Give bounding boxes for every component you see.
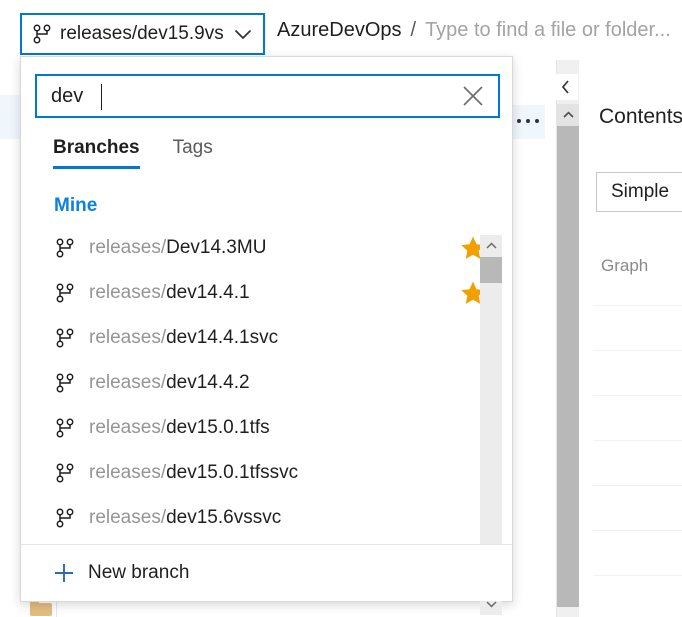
new-branch-label: New branch [88,562,190,583]
branch-list-item[interactable]: releases/dev14.4.2 [21,360,512,405]
branch-item-icon [54,463,76,483]
branch-item-prefix: releases/ [89,506,167,528]
git-branch-icon [56,418,74,437]
branch-item-prefix: releases/ [89,371,167,393]
branch-item-name: dev14.4.1svc [166,326,279,348]
branch-list-item[interactable]: releases/dev14.4.1svc [21,315,512,360]
branch-item-label: releases/dev15.0.1tfssvc [89,462,460,484]
branch-item-name: dev14.4.1 [166,281,250,303]
tab-branches[interactable]: Branches [53,137,140,169]
branch-list: Mine releases/Dev14.3MU releases/dev14.4.… [21,185,512,545]
branch-item-prefix: releases/ [89,461,167,483]
contents-divider [593,485,682,486]
branch-item-prefix: releases/ [89,281,167,303]
branch-item-label: releases/dev14.4.1 [89,282,460,304]
branch-item-label: releases/dev15.6vssvc [89,507,460,529]
plus-icon [55,564,73,582]
git-branch-icon [56,373,74,392]
top-bar: releases/dev15.9vs AzureDevOps / Type to… [0,0,682,60]
branch-item-name: dev15.0.1tfssvc [166,461,299,483]
branch-item-name: dev15.6vssvc [166,506,282,528]
branch-item-icon [54,373,76,393]
contents-divider [593,530,682,531]
breadcrumb: AzureDevOps / Type to find a file or fol… [277,0,671,60]
branch-item-label: releases/dev14.4.2 [89,372,460,394]
branch-list-item[interactable]: releases/dev14.4.1 [21,270,512,315]
graph-column-label: Graph [601,256,649,275]
branch-item-label: releases/dev15.0.1tfs [89,417,460,439]
branch-item-name: Dev14.3MU [166,236,267,258]
contents-divider [593,575,682,576]
chevron-up-icon [485,242,497,249]
collapse-pane-button[interactable] [552,74,578,100]
branch-list-item[interactable]: releases/dev15.0.1tfs [21,405,512,450]
branch-picker-tabs: Branches Tags [53,137,213,169]
ellipsis-icon[interactable] [517,119,539,123]
contents-divider [593,395,682,396]
branch-list-scrollbar-thumb[interactable] [480,257,502,283]
branch-item-label: releases/Dev14.3MU [89,237,460,259]
contents-divider [593,305,682,306]
file-search-placeholder[interactable]: Type to find a file or folder... [425,19,671,42]
branch-item-prefix: releases/ [89,326,167,348]
contents-pane-title: Contents [599,105,682,128]
branch-item-icon [54,283,76,303]
git-branch-icon [56,328,74,347]
new-branch-button[interactable]: New branch [21,544,512,601]
page-scrollbar[interactable] [556,60,579,617]
background-folder-row[interactable] [30,600,62,616]
branch-item-name: dev14.4.2 [166,371,250,393]
branch-list-item[interactable]: releases/Dev14.3MU [21,225,512,270]
branch-picker-popup: Branches Tags Mine releases/Dev14.3MUrel… [20,56,513,615]
chevron-down-icon [234,29,252,39]
branch-item-name: dev15.0.1tfs [166,416,270,438]
folder-icon [30,600,52,616]
git-branch-icon [56,238,74,257]
git-branch-icon [33,24,51,44]
tab-tags[interactable]: Tags [173,137,213,169]
chevron-down-icon [485,601,497,608]
clear-search-button[interactable] [448,76,498,116]
git-branch-icon [56,283,74,302]
simple-view-button[interactable]: Simple [596,172,682,212]
chevron-left-icon [561,80,569,94]
branch-item-icon [54,418,76,438]
text-caret [101,84,102,110]
branch-item-label: releases/dev14.4.1svc [89,327,460,349]
branch-item-icon [54,328,76,348]
breadcrumb-repo[interactable]: AzureDevOps [277,19,402,42]
page-scroll-up-button[interactable] [557,104,579,126]
branch-search-field[interactable] [35,74,500,118]
branch-item-prefix: releases/ [89,236,167,258]
branch-list-item[interactable]: releases/dev15.0.1tfssvc [21,450,512,495]
branch-group-header: Mine [54,195,98,216]
breadcrumb-separator: / [410,18,417,41]
branch-list-scroll-up-button[interactable] [480,235,502,257]
chevron-up-icon [562,111,574,118]
contents-divider [593,440,682,441]
branch-item-icon [54,238,76,258]
contents-pane: Contents Simple Graph [579,60,682,617]
search-input[interactable] [37,76,448,116]
page-scrollbar-thumb[interactable] [557,126,579,607]
branch-item-icon [54,508,76,528]
branch-list-item[interactable]: releases/dev15.6vssvc [21,495,512,540]
contents-divider [593,350,682,351]
git-branch-icon [56,508,74,527]
git-branch-icon [56,463,74,482]
close-icon [463,86,483,106]
branch-selector-label: releases/dev15.9vs [60,23,224,44]
branch-item-prefix: releases/ [89,416,167,438]
branch-selector-button[interactable]: releases/dev15.9vs [20,13,265,55]
